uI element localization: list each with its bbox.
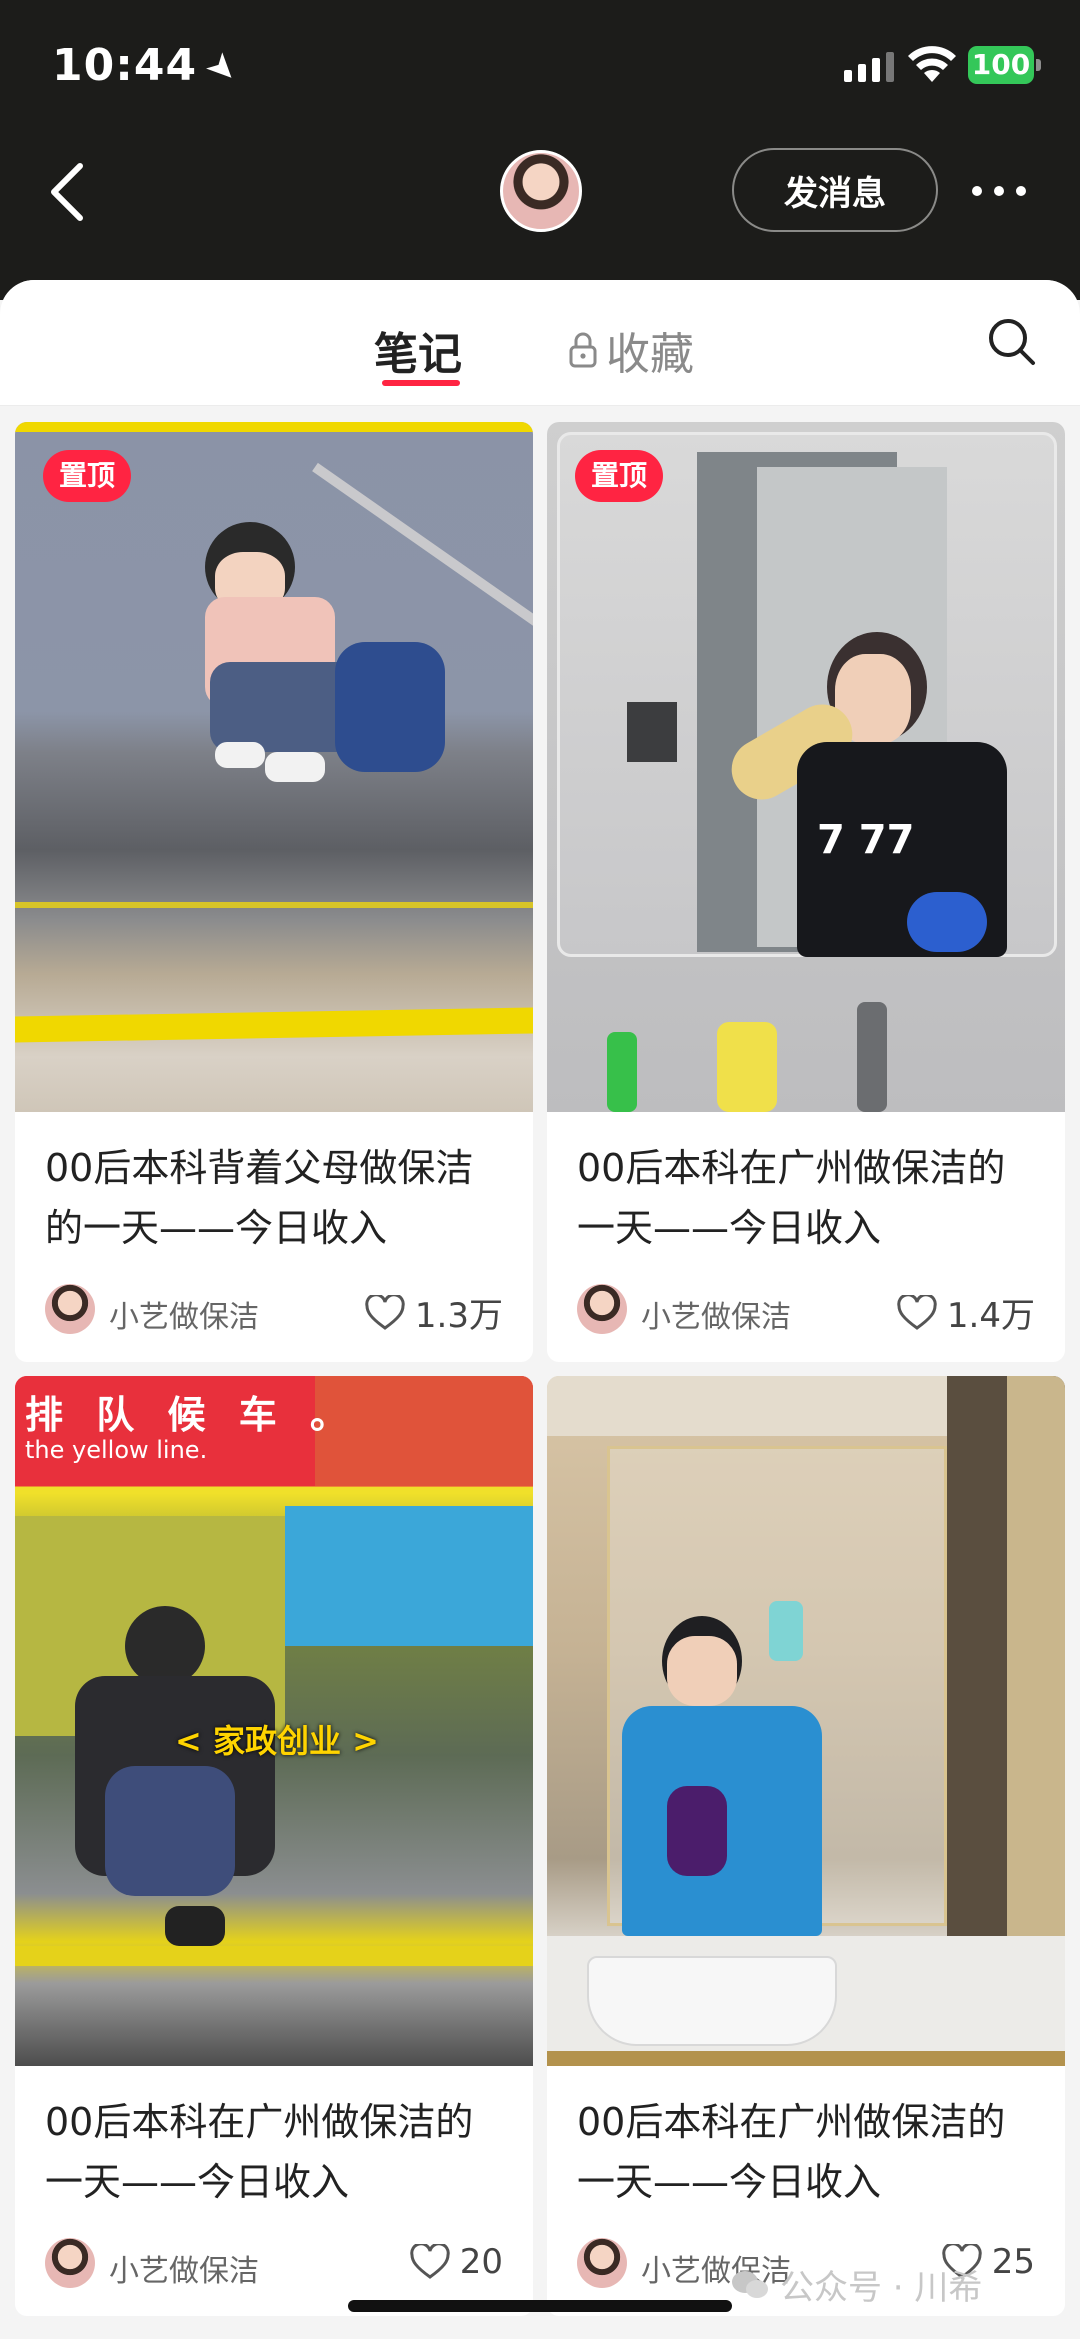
author-name[interactable]: 小艺做保洁 bbox=[109, 1292, 259, 1336]
author-avatar[interactable] bbox=[45, 2238, 95, 2288]
pinned-badge: 置顶 bbox=[575, 450, 664, 502]
like-button[interactable]: 20 bbox=[410, 2242, 503, 2282]
note-card[interactable]: 7 77 置顶 00后本科在广州做保洁的一天——今日收入 小艺做保洁 1.4万 bbox=[547, 422, 1065, 1362]
tab-collections[interactable]: 收藏 bbox=[568, 318, 694, 382]
like-button[interactable]: 1.3万 bbox=[365, 1288, 503, 1337]
top-bar: 10:44➤ 100 发消息 bbox=[0, 0, 1080, 300]
battery-icon: 100 bbox=[968, 46, 1041, 84]
tab-collections-label: 收藏 bbox=[606, 329, 694, 380]
author-avatar[interactable] bbox=[577, 2238, 627, 2288]
wechat-icon bbox=[732, 2270, 768, 2298]
content-sheet: 笔记 收藏 置顶 00后本科背着父母做保洁的一天——今日收入 小艺做保洁 1.3… bbox=[0, 280, 1080, 2339]
profile-avatar[interactable] bbox=[500, 150, 582, 232]
note-meta: 小艺做保洁 1.4万 bbox=[547, 1262, 1065, 1362]
note-cover-image: 7 77 置顶 bbox=[547, 422, 1065, 1112]
heart-icon bbox=[365, 1294, 405, 1330]
tab-notes[interactable]: 笔记 bbox=[374, 318, 462, 382]
author-name[interactable]: 小艺做保洁 bbox=[109, 2246, 259, 2290]
like-button[interactable]: 1.4万 bbox=[897, 1288, 1035, 1337]
note-card[interactable]: 排 队 候 车 。 the yellow line. < 家政创业 > 00后本… bbox=[15, 1376, 533, 2316]
cellular-signal-icon bbox=[844, 50, 894, 82]
heart-icon bbox=[897, 1294, 937, 1330]
note-card[interactable]: 00后本科在广州做保洁的一天——今日收入 小艺做保洁 25 bbox=[547, 1376, 1065, 2316]
more-icon[interactable] bbox=[972, 186, 1026, 196]
note-title: 00后本科在广州做保洁的一天——今日收入 bbox=[577, 2100, 1006, 2204]
back-icon[interactable] bbox=[44, 160, 92, 224]
note-card[interactable]: 置顶 00后本科背着父母做保洁的一天——今日收入 小艺做保洁 1.3万 bbox=[15, 422, 533, 1362]
active-tab-indicator bbox=[382, 380, 460, 386]
author-avatar[interactable] bbox=[45, 1284, 95, 1334]
author-name[interactable]: 小艺做保洁 bbox=[641, 1292, 791, 1336]
note-cover-image: 排 队 候 车 。 the yellow line. < 家政创业 > bbox=[15, 1376, 533, 2066]
note-title: 00后本科背着父母做保洁的一天——今日收入 bbox=[45, 1146, 474, 1250]
lock-icon bbox=[569, 332, 597, 368]
note-cover-image bbox=[547, 1376, 1065, 2066]
wifi-icon bbox=[908, 46, 956, 82]
like-count: 20 bbox=[459, 2242, 503, 2282]
author-avatar[interactable] bbox=[577, 1284, 627, 1334]
watermark: 公众号 · 川希 bbox=[730, 2260, 982, 2309]
like-count: 1.3万 bbox=[414, 1296, 503, 1336]
home-indicator[interactable] bbox=[348, 2300, 732, 2312]
pinned-badge: 置顶 bbox=[43, 450, 132, 502]
note-cover-image: 置顶 bbox=[15, 422, 533, 1112]
send-message-button[interactable]: 发消息 bbox=[732, 148, 938, 232]
tab-bar: 笔记 收藏 bbox=[0, 280, 1080, 406]
note-meta: 小艺做保洁 1.3万 bbox=[15, 1262, 533, 1362]
note-title: 00后本科在广州做保洁的一天——今日收入 bbox=[577, 1146, 1006, 1250]
status-time: 10:44➤ bbox=[52, 40, 248, 94]
note-title: 00后本科在广州做保洁的一天——今日收入 bbox=[45, 2100, 474, 2204]
sign-subtext: the yellow line. bbox=[25, 1436, 208, 1464]
watermark-text: 公众号 · 川希 bbox=[780, 2268, 983, 2308]
time-text: 10:44 bbox=[52, 40, 198, 91]
like-count: 1.4万 bbox=[946, 1296, 1035, 1336]
overlay-caption: < 家政创业 > bbox=[175, 1722, 379, 1760]
heart-icon bbox=[410, 2244, 450, 2279]
sign-text: 排 队 候 车 。 bbox=[25, 1393, 358, 1437]
like-count: 25 bbox=[991, 2242, 1035, 2282]
location-arrow-icon: ➤ bbox=[197, 42, 249, 95]
search-icon[interactable] bbox=[986, 316, 1038, 368]
